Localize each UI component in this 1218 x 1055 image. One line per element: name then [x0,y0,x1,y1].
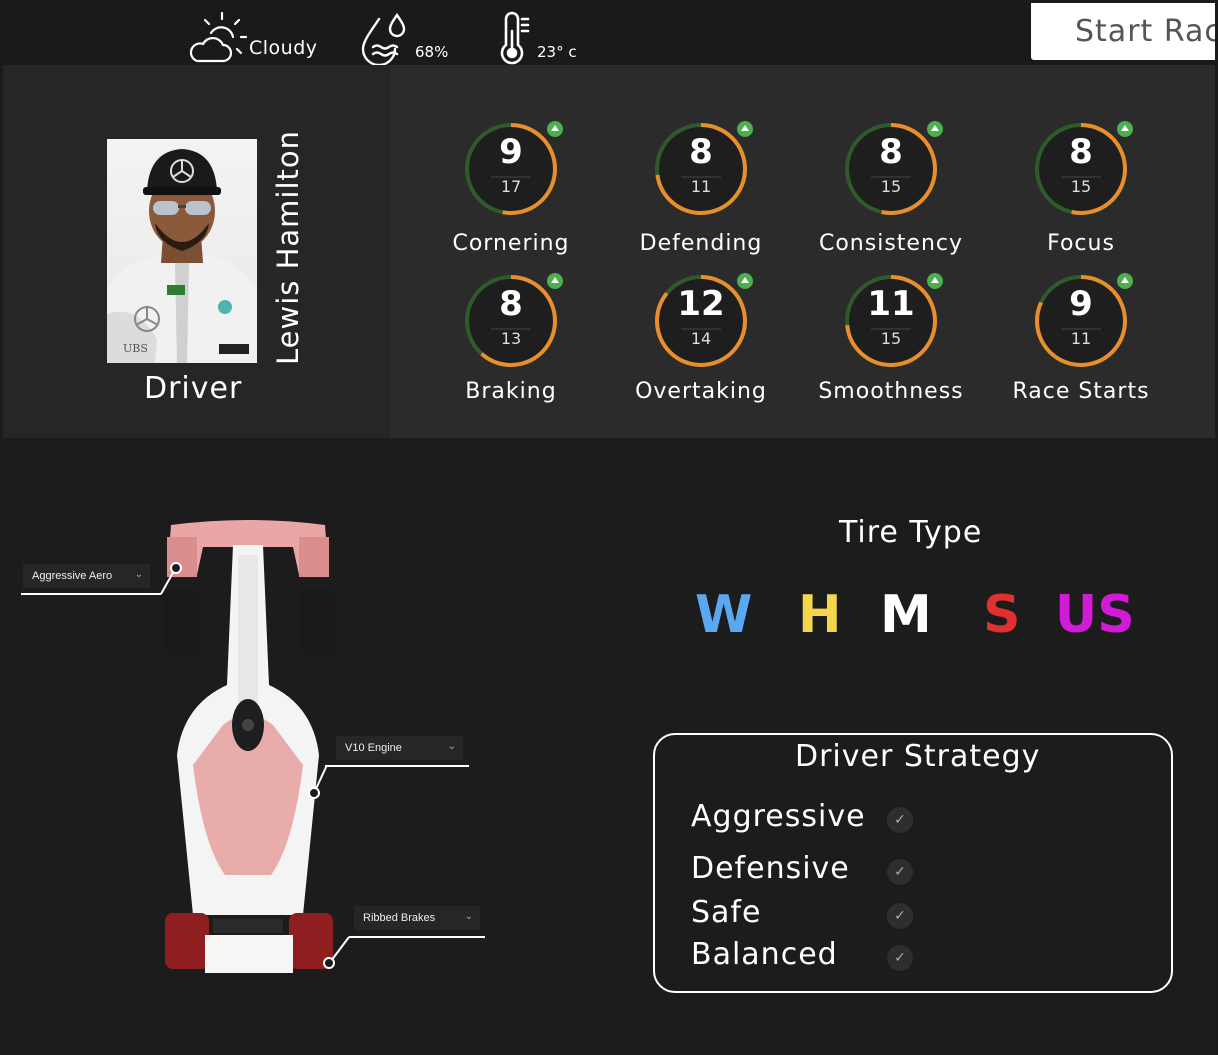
driver-photo: UBS [107,139,257,363]
stat-max: 11 [690,177,712,196]
stat-gauge-focus: 8 15 [1031,119,1131,219]
stat-value: 9 [499,132,523,172]
stat-gauge-race-starts: 9 11 [1031,271,1131,371]
stat-max: 15 [880,329,902,348]
weather-condition-label: Cloudy [249,37,318,59]
app-frame: Cloudy 68% 23° c Start Rac UBS Lewis Ham… [3,3,1215,1052]
stat-label: Race Starts [1012,379,1150,404]
stat-value: 8 [689,132,713,172]
stat-label: Smoothness [818,379,964,404]
stat-gauge-braking: 8 13 [461,271,561,371]
engine-select-label: V10 Engine [345,742,402,754]
brakes-leader-line [349,936,485,938]
brakes-select-label: Ribbed Brakes [363,912,436,924]
driver-strategy-box: Driver Strategy Aggressive ✓ Defensive ✓ Saf… [653,733,1173,993]
partly-cloudy-icon [189,11,247,63]
tire-option-h[interactable]: H [798,585,842,645]
strategy-option-defensive[interactable]: Defensive [691,851,850,886]
stat-gauge-cornering: 9 17 [461,119,561,219]
strategy-check-icon[interactable]: ✓ [887,807,913,833]
stat-gauge-smoothness: 11 15 [841,271,941,371]
stat-label: Consistency [818,231,964,256]
svg-text:UBS: UBS [123,342,148,355]
stat-label: Overtaking [635,379,767,404]
weather-humidity: 68% [359,9,448,65]
aero-select[interactable]: Aggressive Aero ⌄ [23,564,150,588]
tire-option-m[interactable]: M [880,585,932,645]
stat-up-arrow-icon [547,121,563,137]
strategy-option-aggressive[interactable]: Aggressive [691,799,866,834]
driver-role: Driver [144,371,243,406]
humidity-icon [361,12,406,65]
stat-value: 12 [677,284,725,324]
brakes-select[interactable]: Ribbed Brakes ⌄ [354,906,480,930]
driver-panel: UBS Lewis Hamilton Driver [3,65,390,438]
stat-label: Cornering [452,231,570,256]
chevron-down-icon: ⌄ [464,911,473,922]
chevron-down-icon: ⌄ [134,569,143,580]
stat-value: 8 [1069,132,1093,172]
stat-up-arrow-icon [1117,121,1133,137]
stat-max: 17 [500,177,522,196]
stat-gauge-overtaking: 12 14 [651,271,751,371]
stat-max: 15 [880,177,902,196]
stat-up-arrow-icon [1117,273,1133,289]
driver-name: Lewis Hamilton [271,129,305,365]
brakes-pointer-icon [323,936,350,969]
stat-max: 14 [690,329,712,348]
stat-value: 8 [499,284,523,324]
engine-leader-line [325,765,469,767]
strategy-check-icon[interactable]: ✓ [887,859,913,885]
stat-up-arrow-icon [737,121,753,137]
tire-option-w[interactable]: W [695,585,752,645]
strategy-check-icon[interactable]: ✓ [887,903,913,929]
thermometer-icon [500,11,530,65]
top-bar: Cloudy 68% 23° c Start Rac [3,3,1215,65]
stat-up-arrow-icon [927,121,943,137]
driver-strategy-title: Driver Strategy [795,739,1041,774]
tire-option-us[interactable]: US [1055,585,1135,645]
weather-temperature: 23° c [497,9,577,65]
humidity-value: 68% [415,43,449,61]
stat-label: Defending [639,231,763,256]
strategy-check-icon[interactable]: ✓ [887,945,913,971]
temperature-value: 23° c [537,43,577,61]
stat-label: Braking [465,379,557,404]
aero-select-label: Aggressive Aero [32,570,113,582]
stat-value: 11 [867,284,915,324]
strategy-option-safe[interactable]: Safe [691,895,761,930]
stat-max: 11 [1070,329,1092,348]
start-race-button[interactable]: Start Race [1031,3,1215,60]
tire-option-s[interactable]: S [983,585,1020,645]
stat-value: 9 [1069,284,1093,324]
stat-gauge-defending: 8 11 [651,119,751,219]
stat-value: 8 [879,132,903,172]
strategy-option-balanced[interactable]: Balanced [691,937,838,972]
stat-max: 13 [500,329,522,348]
aero-pointer-icon [160,562,182,595]
tire-type-title: Tire Type [839,515,983,550]
engine-pointer-icon [308,764,328,799]
stat-gauge-consistency: 8 15 [841,119,941,219]
weather-condition: Cloudy [189,9,318,65]
stat-max: 15 [1070,177,1092,196]
aero-leader-line [21,593,161,595]
stat-label: Focus [1047,231,1115,256]
stat-up-arrow-icon [547,273,563,289]
stat-up-arrow-icon [927,273,943,289]
engine-select[interactable]: V10 Engine ⌄ [336,736,463,760]
stat-up-arrow-icon [737,273,753,289]
chevron-down-icon: ⌄ [447,741,456,752]
